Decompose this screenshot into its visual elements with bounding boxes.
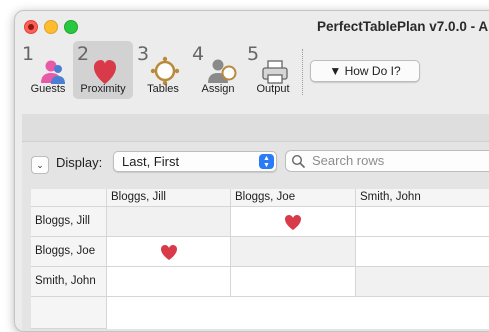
tool-proximity[interactable]: 2 Proximity [73, 41, 133, 99]
search-rows-field[interactable]: Search rows [285, 150, 489, 172]
tool-tables[interactable]: 3 Tables [133, 41, 193, 99]
search-icon [291, 154, 305, 168]
display-options-toggle[interactable]: ⌄ [31, 156, 49, 174]
proximity-cell[interactable] [107, 237, 231, 267]
tool-guests[interactable]: 1 Guests [18, 41, 78, 99]
proximity-cell[interactable] [231, 237, 356, 267]
tool-label: Proximity [80, 83, 126, 95]
toolbar-separator [302, 49, 303, 95]
proximity-cell[interactable] [356, 237, 489, 267]
assign-icon [208, 59, 237, 83]
panel-header-strip [22, 114, 489, 142]
tool-label: Guests [30, 83, 66, 95]
heart-icon [160, 244, 177, 260]
proximity-cell[interactable] [231, 267, 356, 297]
proximity-cell[interactable] [107, 207, 231, 237]
how-do-i-label: How Do I? [344, 64, 401, 78]
column-header: Bloggs, Joe [231, 189, 356, 207]
proximity-cell[interactable] [356, 207, 489, 237]
row-header: Smith, John [31, 267, 107, 297]
dropdown-arrow-icon: ▼ [329, 64, 342, 78]
proximity-grid: Bloggs, Jill Bloggs, Joe Smith, John Blo… [31, 189, 489, 329]
table-icon [150, 56, 180, 86]
zoom-window-button[interactable] [64, 20, 78, 34]
column-header: Smith, John [356, 189, 489, 207]
tool-label: Output [256, 83, 290, 95]
search-placeholder: Search rows [312, 153, 385, 168]
row-header: Bloggs, Jill [31, 207, 107, 237]
title-bar: PerfectTablePlan v7.0.0 - A [15, 11, 489, 45]
app-window: PerfectTablePlan v7.0.0 - A 1 Guests 2 P… [14, 10, 489, 332]
select-stepper-icon: ▲ ▼ [259, 154, 274, 169]
display-label: Display: [56, 155, 103, 170]
column-header: Bloggs, Jill [107, 189, 231, 207]
grid-corner [31, 189, 107, 207]
tool-assign[interactable]: 4 Assign [188, 41, 248, 99]
proximity-cell[interactable] [356, 267, 489, 297]
printer-icon [262, 60, 288, 84]
window-title: PerfectTablePlan v7.0.0 - A [317, 19, 489, 34]
heart-icon [93, 60, 117, 84]
chevron-down-icon: ⌄ [36, 160, 44, 170]
proximity-cell[interactable] [107, 267, 231, 297]
tool-label: Assign [201, 83, 235, 95]
display-format-select[interactable]: Last, First ▲ ▼ [113, 151, 277, 172]
minimize-window-button[interactable] [44, 20, 58, 34]
row-header [31, 297, 107, 329]
stepper-up-glyph: ▲ [263, 155, 270, 162]
tool-label: Tables [147, 83, 179, 95]
proximity-cell[interactable] [231, 207, 356, 237]
heart-icon [285, 214, 301, 230]
proximity-panel: ⌄ Display: Last, First ▲ ▼ Search rows B… [22, 114, 489, 331]
row-header: Bloggs, Joe [31, 237, 107, 267]
display-format-value: Last, First [122, 154, 180, 169]
guests-icon [41, 60, 65, 84]
tool-output[interactable]: 5 Output [243, 41, 303, 99]
stepper-down-glyph: ▼ [263, 162, 270, 169]
close-window-button[interactable] [24, 20, 38, 34]
how-do-i-button[interactable]: ▼ How Do I? [310, 60, 420, 82]
